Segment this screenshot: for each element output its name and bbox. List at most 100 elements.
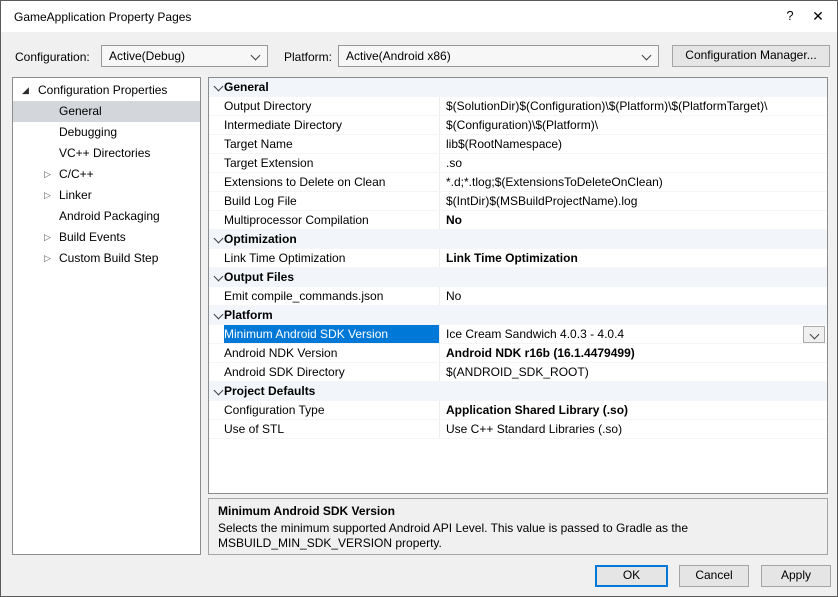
property-row-build-log-file[interactable]: Build Log File$(IntDir)$(MSBuildProjectN… [209,192,827,211]
property-name: Link Time Optimization [224,249,440,267]
property-value: Link Time Optimization [440,249,827,267]
tree-node-label: Debugging [59,125,117,139]
chevron-down-icon [642,51,652,61]
tree-node-configuration-properties[interactable]: ◢ Configuration Properties [13,80,200,101]
section-collapse-icon[interactable] [214,310,224,320]
tree-node-label: General [59,104,102,118]
platform-label: Platform: [284,50,332,64]
tree-node-label: C/C++ [59,167,94,181]
tree-node-vc-directories[interactable]: VC++ Directories [13,143,200,164]
tree-node-label: Configuration Properties [13,83,167,97]
property-name: Android SDK Directory [224,363,440,381]
property-value: Use C++ Standard Libraries (.so) [440,420,827,438]
tree-items: General Debugging VC++ Directories ▷ C/C++ ▷ L… [13,101,200,269]
description-body: Selects the minimum supported Android AP… [218,521,778,551]
property-value: Ice Cream Sandwich 4.0.3 - 4.0.4 [440,325,827,343]
configuration-manager-button[interactable]: Configuration Manager... [672,45,830,67]
property-row-emit-compile-commands-json[interactable]: Emit compile_commands.jsonNo [209,287,827,306]
property-pages-dialog: GameApplication Property Pages ? ✕ Confi… [0,0,838,597]
property-value: $(IntDir)$(MSBuildProjectName).log [440,192,827,210]
cancel-button[interactable]: Cancel [679,565,749,587]
property-name: Use of STL [224,420,440,438]
section-row-output-files[interactable]: Output Files [209,268,827,287]
tree-node-linker[interactable]: ▷ Linker [13,185,200,206]
tree-collapsed-icon[interactable]: ▷ [44,164,51,185]
tree-expanded-icon[interactable]: ◢ [22,80,29,101]
property-row-configuration-type[interactable]: Configuration TypeApplication Shared Lib… [209,401,827,420]
property-row-multiprocessor-compilation[interactable]: Multiprocessor CompilationNo [209,211,827,230]
property-value: No [440,211,827,229]
property-value: No [440,287,827,305]
section-label: General [224,78,269,97]
tree-node-general[interactable]: General [13,101,200,122]
section-label: Optimization [224,230,297,249]
property-name: Target Extension [224,154,440,172]
property-name: Emit compile_commands.json [224,287,440,305]
property-row-use-of-stl[interactable]: Use of STLUse C++ Standard Libraries (.s… [209,420,827,439]
section-row-general[interactable]: General [209,78,827,97]
tree-node-debugging[interactable]: Debugging [13,122,200,143]
property-row-intermediate-directory[interactable]: Intermediate Directory$(Configuration)\$… [209,116,827,135]
tree-collapsed-icon[interactable]: ▷ [44,185,51,206]
tree-node-label: Build Events [59,230,126,244]
ok-button[interactable]: OK [595,565,668,587]
section-collapse-icon[interactable] [214,234,224,244]
tree-node-label: Custom Build Step [59,251,158,265]
section-row-project-defaults[interactable]: Project Defaults [209,382,827,401]
property-name: Intermediate Directory [224,116,440,134]
property-value: .so [440,154,827,172]
platform-dropdown-value: Active(Android x86) [346,49,451,63]
section-collapse-icon[interactable] [214,82,224,92]
chevron-down-icon [810,330,820,340]
help-icon[interactable]: ? [777,4,803,28]
property-value: Android NDK r16b (16.1.4479499) [440,344,827,362]
tree-node-build-events[interactable]: ▷ Build Events [13,227,200,248]
property-value: $(SolutionDir)$(Configuration)\$(Platfor… [440,97,827,115]
tree-collapsed-icon[interactable]: ▷ [44,227,51,248]
description-title: Minimum Android SDK Version [218,504,818,518]
configuration-dropdown[interactable]: Active(Debug) [101,45,268,67]
tree-node-custom-build-step[interactable]: ▷ Custom Build Step [13,248,200,269]
section-label: Platform [224,306,273,325]
property-value: lib$(RootNamespace) [440,135,827,153]
tree-node-label: Android Packaging [59,209,160,223]
property-row-android-ndk-version[interactable]: Android NDK VersionAndroid NDK r16b (16.… [209,344,827,363]
section-row-optimization[interactable]: Optimization [209,230,827,249]
property-row-minimum-android-sdk-version[interactable]: Minimum Android SDK VersionIce Cream San… [209,325,827,344]
property-value: $(ANDROID_SDK_ROOT) [440,363,827,381]
tree-node-label: VC++ Directories [59,146,150,160]
section-collapse-icon[interactable] [214,272,224,282]
property-value: $(Configuration)\$(Platform)\ [440,116,827,134]
property-name: Configuration Type [224,401,440,419]
property-row-target-name[interactable]: Target Namelib$(RootNamespace) [209,135,827,154]
dialog-title: GameApplication Property Pages [14,10,191,24]
property-row-target-extension[interactable]: Target Extension.so [209,154,827,173]
tree-node-label: Linker [59,188,92,202]
chevron-down-icon [251,51,261,61]
configuration-dropdown-value: Active(Debug) [109,49,185,63]
tree-node-android-packaging[interactable]: Android Packaging [13,206,200,227]
platform-dropdown[interactable]: Active(Android x86) [338,45,659,67]
section-collapse-icon[interactable] [214,386,224,396]
description-panel: Minimum Android SDK Version Selects the … [208,498,828,555]
property-grid: GeneralOutput Directory$(SolutionDir)$(C… [208,77,828,494]
tree-node-c-c-[interactable]: ▷ C/C++ [13,164,200,185]
property-name: Build Log File [224,192,440,210]
tree-collapsed-icon[interactable]: ▷ [44,248,51,269]
property-row-android-sdk-directory[interactable]: Android SDK Directory$(ANDROID_SDK_ROOT) [209,363,827,382]
property-name: Multiprocessor Compilation [224,211,440,229]
property-row-extensions-to-delete-on-clean[interactable]: Extensions to Delete on Clean*.d;*.tlog;… [209,173,827,192]
close-icon[interactable]: ✕ [805,4,831,28]
value-dropdown-button[interactable] [803,326,825,343]
property-row-link-time-optimization[interactable]: Link Time OptimizationLink Time Optimiza… [209,249,827,268]
property-row-output-directory[interactable]: Output Directory$(SolutionDir)$(Configur… [209,97,827,116]
section-row-platform[interactable]: Platform [209,306,827,325]
property-name: Android NDK Version [224,344,440,362]
property-value: *.d;*.tlog;$(ExtensionsToDeleteOnClean) [440,173,827,191]
title-bar: GameApplication Property Pages ? ✕ [1,1,837,32]
apply-button[interactable]: Apply [761,565,831,587]
category-tree: ◢ Configuration Properties General Debugg… [12,77,201,555]
property-name: Minimum Android SDK Version [224,325,440,343]
section-label: Project Defaults [224,382,315,401]
section-label: Output Files [224,268,294,287]
